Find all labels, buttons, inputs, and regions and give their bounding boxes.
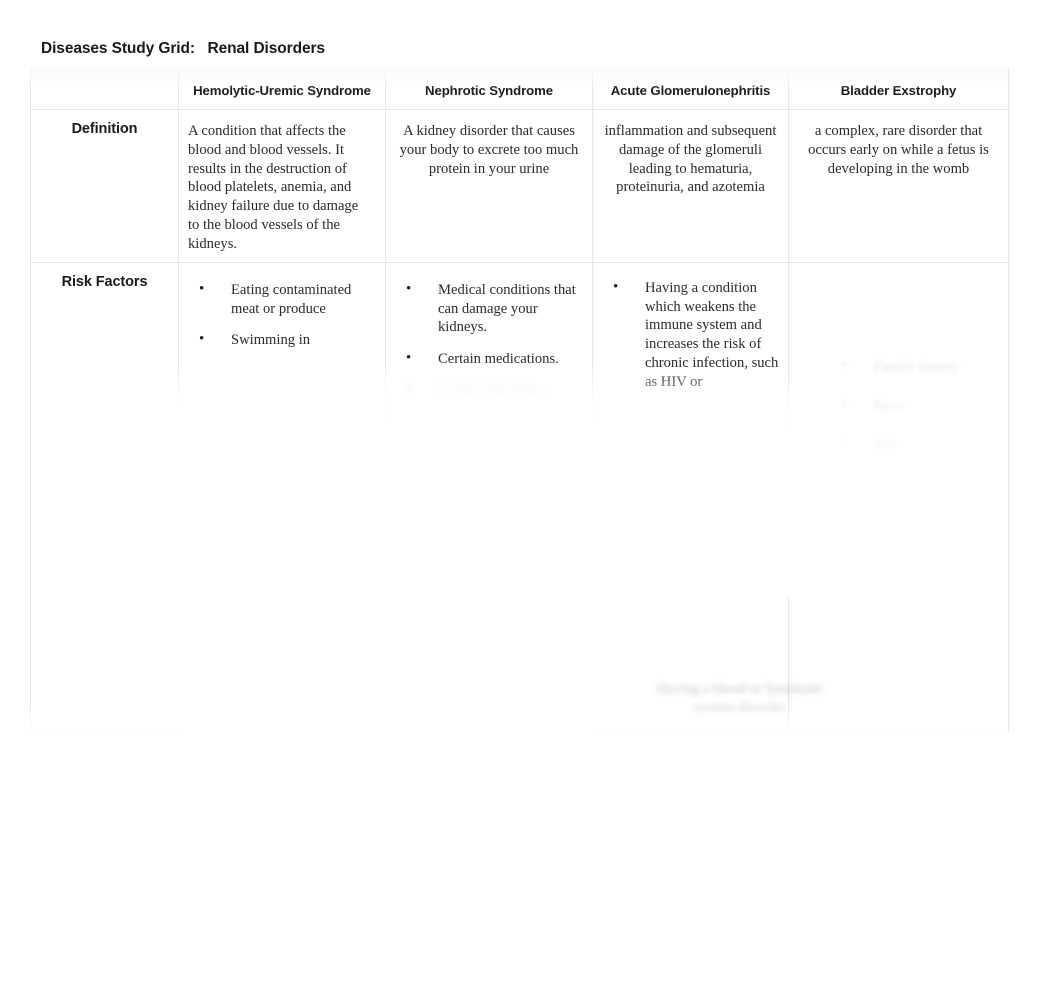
- column-header-acute-glomerulonephritis: Acute Glomerulonephritis: [610, 83, 771, 99]
- definition-text-acute-glomerulonephritis: inflammation and subsequent damage of th…: [604, 123, 777, 196]
- study-grid-container: Hemolytic-Uremic Syndrome Nephrotic Synd…: [30, 68, 1009, 744]
- grid-corner-cell: [30, 68, 179, 110]
- risk-factors-list-bladder-exstrophy: Family history Race Sex: [830, 357, 1030, 455]
- row-label-cell-risk-factors: Risk Factors: [30, 261, 179, 732]
- list-item: Sex: [830, 435, 1030, 455]
- list-item: Eating contaminated meat or produce: [185, 280, 375, 319]
- grid-header-row: Hemolytic-Uremic Syndrome Nephrotic Synd…: [30, 68, 1009, 110]
- risk-factors-list-nephrotic-syndrome: Medical conditions that can damage your …: [392, 280, 582, 401]
- list-item: Certain medications.: [392, 349, 582, 369]
- risk-factors-cell-acute-glomerulonephritis: Having a condition which weakens the imm…: [592, 261, 789, 732]
- list-item: Certain infections.: [392, 381, 582, 401]
- row-label-risk-factors: Risk Factors: [61, 273, 148, 290]
- row-label-cell-definition: Definition: [30, 109, 179, 263]
- definition-cell-hemolytic-uremic-syndrome: A condition that affects the blood and b…: [178, 109, 386, 263]
- column-header-bladder-exstrophy: Bladder Exstrophy: [840, 83, 957, 99]
- column-header-cell-4: Bladder Exstrophy: [788, 68, 1009, 110]
- grid-row-definition: Definition A condition that affects the …: [30, 109, 1009, 263]
- page-title: Diseases Study Grid: Renal Disorders: [41, 40, 325, 57]
- grid-row-risk-factors: Risk Factors Eating contaminated meat or…: [30, 261, 1009, 732]
- definition-text-hemolytic-uremic-syndrome: A condition that affects the blood and b…: [188, 123, 359, 252]
- risk-factors-ghost-bladder-exstrophy: Family history Race Sex: [830, 357, 1030, 475]
- definition-cell-nephrotic-syndrome: A kidney disorder that causes your body …: [385, 109, 593, 263]
- corner-label: [31, 87, 178, 91]
- risk-factors-list-acute-glomerulonephritis: Having a condition which weakens the imm…: [599, 278, 780, 392]
- column-header-cell-2: Nephrotic Syndrome: [385, 68, 593, 110]
- definition-text-nephrotic-syndrome: A kidney disorder that causes your body …: [399, 123, 579, 177]
- row-label-definition: Definition: [71, 121, 138, 137]
- column-header-hemolytic-uremic-syndrome: Hemolytic-Uremic Syndrome: [193, 83, 371, 99]
- definition-text-bladder-exstrophy: a complex, rare disorder that occurs ear…: [808, 123, 989, 177]
- definition-cell-bladder-exstrophy: a complex, rare disorder that occurs ear…: [788, 109, 1009, 263]
- list-item: Race: [830, 396, 1030, 416]
- risk-factors-cell-nephrotic-syndrome: Medical conditions that can damage your …: [385, 261, 593, 732]
- list-item: Medical conditions that can damage your …: [392, 280, 582, 337]
- definition-cell-acute-glomerulonephritis: inflammation and subsequent damage of th…: [592, 109, 789, 263]
- risk-factors-ghost-acute-glomerulonephritis: Having a blood or lymphatic system disor…: [656, 681, 824, 716]
- column-header-cell-1: Hemolytic-Uremic Syndrome: [178, 68, 386, 110]
- column-header-nephrotic-syndrome: Nephrotic Syndrome: [425, 83, 553, 99]
- column-header-cell-3: Acute Glomerulonephritis: [592, 68, 789, 110]
- risk-factors-cell-bladder-exstrophy: [788, 261, 1009, 732]
- list-item: Swimming in: [185, 330, 375, 350]
- risk-factors-list-hemolytic-uremic-syndrome: Eating contaminated meat or produce Swim…: [185, 280, 375, 350]
- risk-factors-cell-hemolytic-uremic-syndrome: Eating contaminated meat or produce Swim…: [178, 261, 386, 732]
- list-item: Having a condition which weakens the imm…: [599, 278, 780, 392]
- list-item: Family history: [830, 357, 1030, 377]
